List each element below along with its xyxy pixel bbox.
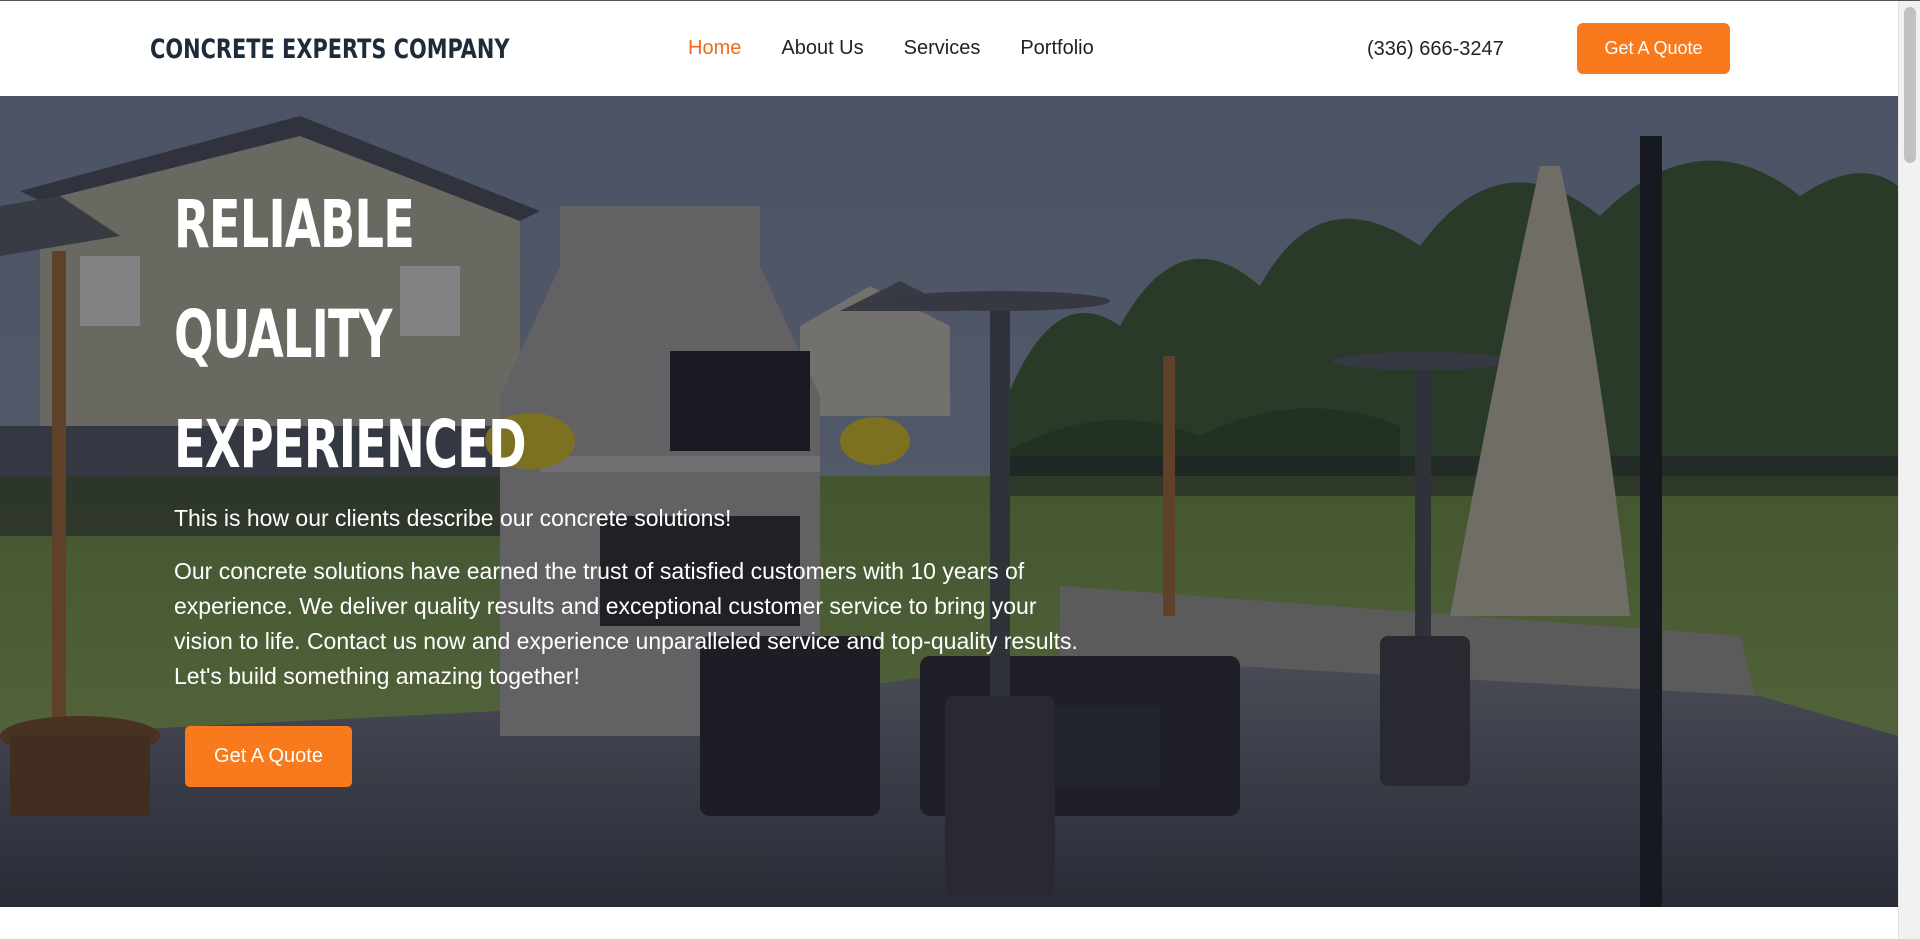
get-quote-header-button[interactable]: Get A Quote — [1577, 23, 1730, 74]
hero-section: RELIABLE QUALITY EXPERIENCED This is how… — [0, 96, 1898, 907]
next-section-start — [0, 907, 1898, 939]
site-header: CONCRETE EXPERTS COMPANY Home About Us S… — [0, 1, 1898, 96]
scrollbar-thumb[interactable] — [1904, 7, 1916, 163]
nav-link-about-us[interactable]: About Us — [781, 37, 863, 60]
nav-link-portfolio[interactable]: Portfolio — [1020, 37, 1093, 60]
phone-number-link[interactable]: (336) 666-3247 — [1367, 38, 1504, 61]
hero-tagline: This is how our clients describe our con… — [174, 505, 732, 531]
nav-link-services[interactable]: Services — [904, 37, 981, 60]
get-quote-hero-button[interactable]: Get A Quote — [185, 726, 352, 787]
hero-headline-word-1: RELIABLE — [174, 186, 415, 263]
hero-description: Our concrete solutions have earned the t… — [174, 558, 1078, 689]
brand-logo-text[interactable]: CONCRETE EXPERTS COMPANY — [150, 34, 509, 65]
nav-link-home[interactable]: Home — [688, 37, 741, 60]
hero-headline-word-3: EXPERIENCED — [174, 406, 527, 483]
main-nav: Home About Us Services Portfolio — [688, 37, 1134, 60]
page-scrollbar[interactable] — [1898, 1, 1920, 939]
hero-headline-word-2: QUALITY — [174, 296, 392, 373]
